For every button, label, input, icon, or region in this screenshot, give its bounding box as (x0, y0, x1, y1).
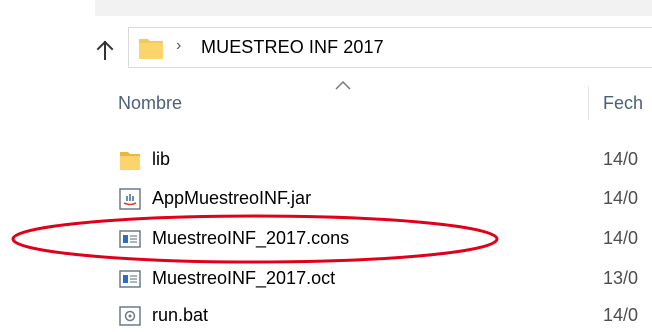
generic-file-icon (119, 270, 141, 288)
column-header-name[interactable]: Nombre (118, 93, 182, 114)
file-name: run.bat (152, 305, 209, 325)
generic-file-icon (119, 230, 141, 248)
folder-icon (139, 39, 163, 59)
folder-icon (120, 152, 140, 170)
sort-ascending-icon (335, 80, 351, 90)
file-name: MuestreoINF_2017.cons (152, 228, 350, 248)
file-name: lib (152, 149, 171, 169)
file-date: 14/0 (603, 149, 639, 169)
batch-file-icon (119, 306, 141, 326)
address-bar[interactable]: › MUESTREO INF 2017 (128, 27, 652, 68)
breadcrumb-separator: › (176, 37, 182, 54)
file-name: MuestreoINF_2017.oct (152, 268, 336, 288)
file-date: 14/0 (603, 188, 639, 208)
file-name: AppMuestreoINF.jar (152, 188, 312, 208)
up-arrow-icon[interactable] (92, 37, 118, 63)
breadcrumb-current[interactable]: MUESTREO INF 2017 (201, 37, 384, 58)
column-header-date[interactable]: Fech (603, 93, 643, 114)
title-strip (95, 0, 652, 16)
file-date: 14/0 (603, 305, 639, 325)
column-divider[interactable] (588, 86, 589, 120)
file-row-muestreoinf-2017-cons[interactable]: MuestreoINF_2017.cons 14/0 (110, 221, 652, 255)
file-row-appmuestreoinf-jar[interactable]: AppMuestreoINF.jar 14/0 (110, 181, 652, 215)
file-date: 14/0 (603, 228, 639, 248)
file-row-lib[interactable]: lib 14/0 (110, 142, 652, 176)
java-jar-icon (119, 188, 141, 210)
file-date: 13/0 (603, 268, 639, 288)
file-row-muestreoinf-2017-oct[interactable]: MuestreoINF_2017.oct 13/0 (110, 261, 652, 295)
